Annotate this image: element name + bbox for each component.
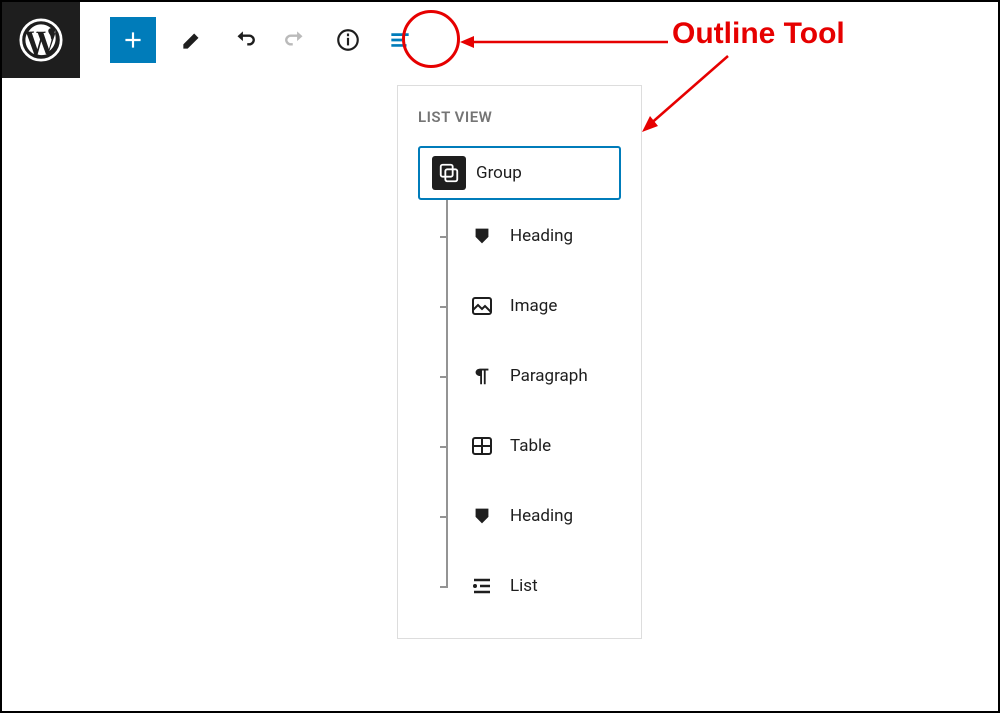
heading-icon [468,502,496,530]
list-item-heading[interactable]: Heading [446,208,621,264]
undo-button[interactable] [218,14,270,66]
outline-button[interactable] [374,14,426,66]
edit-button[interactable] [166,14,218,66]
tree-children: Heading Image Paragraph Table [446,200,621,614]
list-item-label: Heading [510,506,573,526]
info-button[interactable] [322,14,374,66]
heading-icon [468,222,496,250]
list-item-image[interactable]: Image [446,278,621,334]
list-item-label: Group [476,163,522,183]
list-item-list[interactable]: List [446,558,621,614]
pencil-icon [179,27,205,53]
annotation-label: Outline Tool [672,17,845,51]
wordpress-logo[interactable] [2,2,80,78]
list-item-label: List [510,576,538,596]
annotation-arrow-1 [460,32,668,52]
add-block-button[interactable] [110,17,156,63]
image-icon [468,292,496,320]
wordpress-icon [19,18,63,62]
info-icon [335,27,361,53]
toolbar-buttons [80,14,426,66]
list-item-label: Image [510,296,557,316]
list-view-title: LIST VIEW [418,108,621,126]
list-view-panel: LIST VIEW Group Heading Image [397,85,642,639]
table-icon [468,432,496,460]
group-icon [432,156,466,190]
annotation-arrow-2 [642,52,732,132]
undo-icon [231,27,257,53]
paragraph-icon [468,362,496,390]
plus-icon [120,27,146,53]
list-item-table[interactable]: Table [446,418,621,474]
list-item-paragraph[interactable]: Paragraph [446,348,621,404]
redo-icon [283,27,309,53]
list-item-group[interactable]: Group [418,146,621,200]
list-item-heading[interactable]: Heading [446,488,621,544]
outline-icon [387,27,413,53]
list-item-label: Heading [510,226,573,246]
list-item-label: Paragraph [510,366,588,386]
list-item-label: Table [510,436,551,456]
redo-button[interactable] [270,14,322,66]
list-icon [468,572,496,600]
